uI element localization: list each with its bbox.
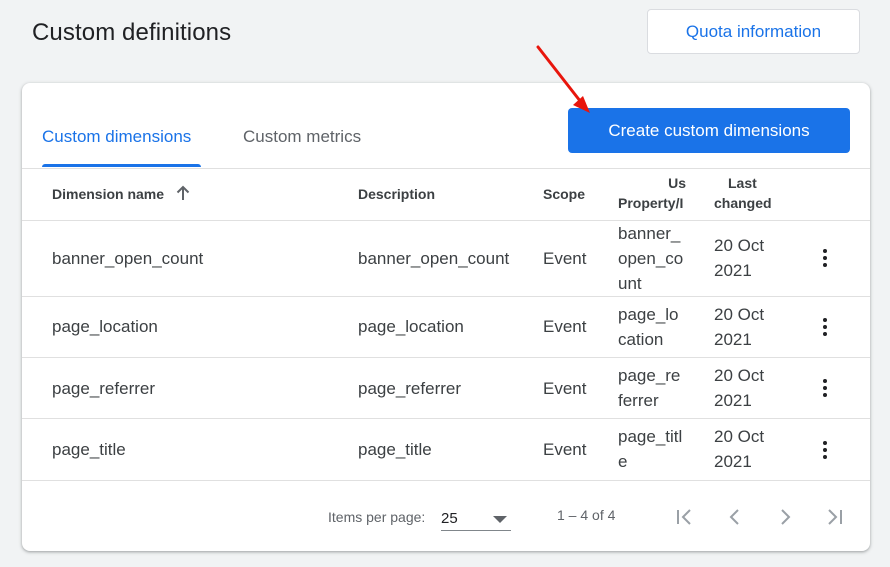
last-changed-cell-line2: 2021: [714, 261, 752, 280]
last-changed-cell-line1: 20 Oct: [714, 427, 765, 446]
last-page-icon[interactable]: [822, 505, 846, 529]
divider: [22, 357, 870, 358]
more-vert-icon[interactable]: [813, 246, 837, 270]
scope-cell: Event: [543, 317, 587, 336]
first-page-icon[interactable]: [673, 505, 697, 529]
parameter-cell-line: banner_: [618, 224, 681, 243]
last-changed-cell-line1: 20 Oct: [714, 305, 765, 324]
last-changed-cell-line1: 20 Oct: [714, 366, 765, 385]
scope-cell: Event: [543, 379, 587, 398]
items-per-page-select[interactable]: 25: [441, 508, 511, 531]
page-range-label: 1 – 4 of 4: [557, 507, 616, 523]
column-header-last-changed-line2[interactable]: changed: [714, 193, 772, 213]
divider: [22, 220, 870, 221]
sort-up-arrow-icon: [176, 185, 190, 206]
dimension-name-cell: page_location: [52, 317, 158, 336]
dimension-name-cell: banner_open_count: [52, 249, 204, 268]
parameter-cell-line: e: [618, 452, 628, 471]
dimension-name-cell: page_referrer: [52, 379, 156, 398]
column-header-description[interactable]: Description: [358, 184, 435, 204]
parameter-cell-line: page_lo: [618, 305, 679, 324]
parameter-cell-line: open_co: [618, 249, 684, 268]
last-changed-cell-line2: 2021: [714, 452, 752, 471]
column-header-label: Dimension name: [52, 186, 165, 202]
create-custom-dimensions-button[interactable]: Create custom dimensions: [568, 108, 850, 153]
column-header-scope[interactable]: Scope: [543, 184, 585, 204]
more-vert-icon[interactable]: [813, 315, 837, 339]
divider: [22, 168, 870, 169]
description-cell: banner_open_count: [358, 249, 510, 268]
column-header-user-property-top[interactable]: Us: [618, 173, 686, 193]
items-per-page-label: Items per page:: [328, 509, 426, 525]
scope-cell: Event: [543, 249, 587, 268]
column-header-last-changed-line1[interactable]: Last: [728, 173, 757, 193]
last-changed-cell-line2: 2021: [714, 330, 752, 349]
column-header-dimension-name[interactable]: Dimension name: [52, 184, 190, 206]
quota-information-button[interactable]: Quota information: [647, 9, 860, 54]
parameter-cell-line: ferrer: [618, 391, 659, 410]
previous-page-icon[interactable]: [723, 505, 747, 529]
divider: [22, 480, 870, 481]
definitions-card: Custom dimensions Custom metrics Create …: [22, 83, 870, 551]
more-vert-icon[interactable]: [813, 376, 837, 400]
active-tab-indicator: [42, 164, 201, 167]
parameter-cell-line: page_re: [618, 366, 681, 385]
more-vert-icon[interactable]: [813, 438, 837, 462]
last-changed-cell-line2: 2021: [714, 391, 752, 410]
divider: [22, 296, 870, 297]
tab-custom-metrics[interactable]: Custom metrics: [243, 127, 361, 147]
parameter-cell-line: cation: [618, 330, 664, 349]
description-cell: page_referrer: [358, 379, 462, 398]
next-page-icon[interactable]: [773, 505, 797, 529]
dimension-name-cell: page_title: [52, 440, 126, 459]
parameter-cell-line: unt: [618, 274, 642, 293]
description-cell: page_title: [358, 440, 432, 459]
page-title: Custom definitions: [32, 19, 232, 46]
last-changed-cell-line1: 20 Oct: [714, 236, 765, 255]
scope-cell: Event: [543, 440, 587, 459]
description-cell: page_location: [358, 317, 464, 336]
divider: [22, 418, 870, 419]
dropdown-caret-icon: [493, 516, 507, 523]
column-header-user-property-bottom[interactable]: Property/I: [618, 193, 686, 213]
parameter-cell-line: page_titl: [618, 427, 683, 446]
items-per-page-value: 25: [441, 510, 458, 527]
tab-custom-dimensions[interactable]: Custom dimensions: [42, 127, 191, 147]
